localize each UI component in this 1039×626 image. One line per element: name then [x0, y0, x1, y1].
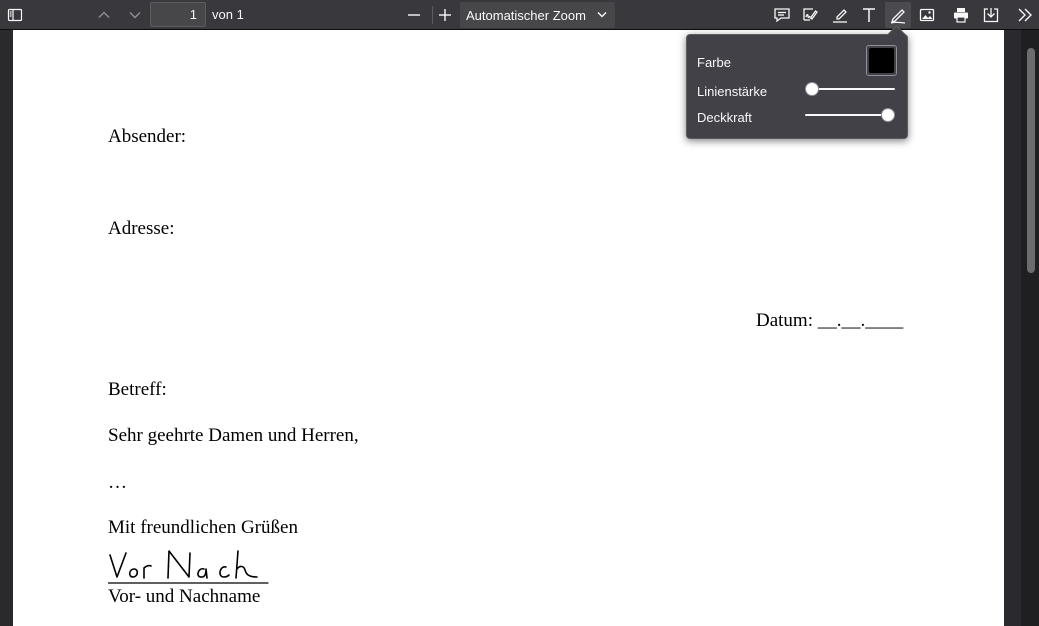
tools-button[interactable] [1012, 2, 1038, 28]
sidebar-toggle-icon [7, 8, 23, 22]
comment-button[interactable] [769, 2, 795, 28]
page-count-label: von 1 [212, 7, 244, 22]
ink-pen-button[interactable] [885, 2, 911, 28]
thickness-slider[interactable] [805, 82, 895, 96]
opacity-slider-thumb[interactable] [881, 108, 895, 122]
scrollbar-thumb[interactable] [1027, 48, 1035, 273]
text-icon [863, 8, 875, 22]
closing-text: Mit freundlichen Grüßen [108, 517, 298, 538]
color-picker[interactable] [866, 45, 897, 76]
chevron-down-icon [597, 12, 607, 18]
next-page-button[interactable] [122, 2, 148, 28]
zoom-select[interactable]: Automatischer Zoom [460, 2, 615, 28]
greeting-text: Sehr geehrte Damen und Herren, [108, 425, 359, 446]
opacity-label: Deckkraft [697, 110, 752, 125]
sender-label: Absender: [108, 126, 187, 147]
opacity-slider[interactable] [805, 108, 895, 122]
thickness-slider-thumb[interactable] [805, 82, 819, 96]
vertical-scrollbar[interactable] [1021, 30, 1039, 626]
ink-editor-params-popup: Farbe Linienstärke Deckkraft [686, 25, 908, 139]
zoom-out-button[interactable] [401, 2, 427, 28]
handwritten-signature [108, 550, 269, 584]
zoom-in-button[interactable] [432, 2, 458, 28]
next-page-icon [129, 12, 141, 19]
ink-pen-icon [890, 9, 906, 24]
image-button[interactable] [914, 2, 940, 28]
download-icon [983, 8, 999, 23]
date-field: Datum: __.__.____ [756, 310, 904, 331]
page-number-input[interactable]: 1 [150, 2, 206, 27]
download-button[interactable] [978, 2, 1004, 28]
signature-button[interactable] [797, 2, 823, 28]
print-button[interactable] [948, 2, 974, 28]
image-icon [919, 8, 935, 22]
signature-caption: Vor- und Nachname [108, 586, 261, 607]
color-swatch [869, 48, 894, 73]
text-button[interactable] [856, 2, 882, 28]
previous-page-icon [98, 11, 110, 18]
pdf-toolbar: 1 von 1 Automatischer Zoom [0, 0, 1039, 30]
subject-label: Betreff: [108, 379, 167, 400]
color-label: Farbe [697, 55, 731, 70]
comment-icon [774, 8, 790, 23]
zoom-select-value: Automatischer Zoom [466, 8, 586, 23]
tools-icon [1018, 8, 1032, 22]
print-icon [954, 8, 968, 23]
highlight-icon [833, 9, 847, 23]
body-text: … [108, 472, 127, 493]
address-label: Adresse: [108, 218, 175, 239]
previous-page-button[interactable] [91, 2, 117, 28]
thickness-label: Linienstärke [697, 84, 768, 99]
signature-icon [803, 8, 818, 21]
highlight-button[interactable] [827, 2, 853, 28]
zoom-out-icon [408, 14, 420, 16]
zoom-in-icon [439, 9, 451, 21]
sidebar-toggle-button[interactable] [2, 2, 28, 28]
